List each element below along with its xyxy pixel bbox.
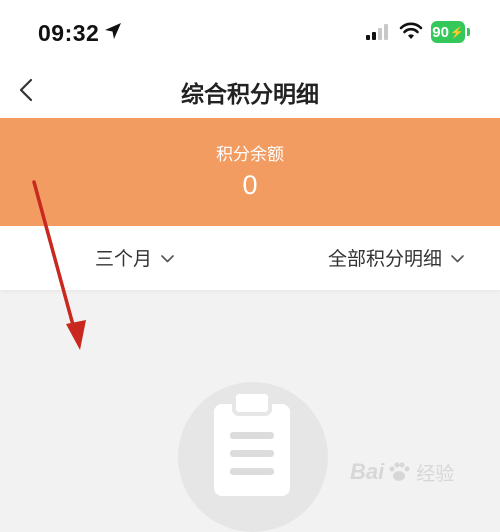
time-range-dropdown[interactable]: 三个月	[95, 244, 174, 271]
watermark-text-b: 经验	[416, 462, 455, 485]
watermark-text-a: Bai	[350, 459, 385, 484]
chevron-down-icon	[451, 254, 464, 262]
balance-label: 积分余额	[216, 145, 284, 165]
chevron-down-icon	[161, 254, 174, 262]
nav-bar: 综合积分明细	[0, 62, 500, 118]
status-bar: 09:32 90 ⚡	[0, 0, 500, 62]
battery-charging-icon: ⚡	[449, 26, 464, 39]
location-arrow-icon	[105, 23, 121, 39]
time-range-label: 三个月	[95, 248, 153, 270]
battery-level: 90	[432, 23, 449, 41]
points-type-label: 全部积分明细	[327, 248, 442, 270]
wifi-icon	[399, 22, 423, 39]
status-time: 09:32	[38, 20, 100, 46]
baidu-jingyan-watermark: Bai 经验	[350, 450, 490, 494]
points-type-dropdown[interactable]: 全部积分明细	[328, 244, 464, 271]
balance-value: 0	[242, 170, 258, 200]
battery-indicator: 90 ⚡	[431, 21, 465, 43]
battery-tip	[467, 28, 470, 36]
filter-bar: 三个月 全部积分明细	[0, 226, 500, 290]
clipboard-icon	[214, 390, 290, 496]
paw-logo-icon	[389, 462, 410, 481]
cellular-signal-icon	[366, 24, 388, 40]
page-title: 综合积分明细	[181, 82, 319, 108]
points-balance-card: 积分余额 0	[0, 118, 500, 226]
